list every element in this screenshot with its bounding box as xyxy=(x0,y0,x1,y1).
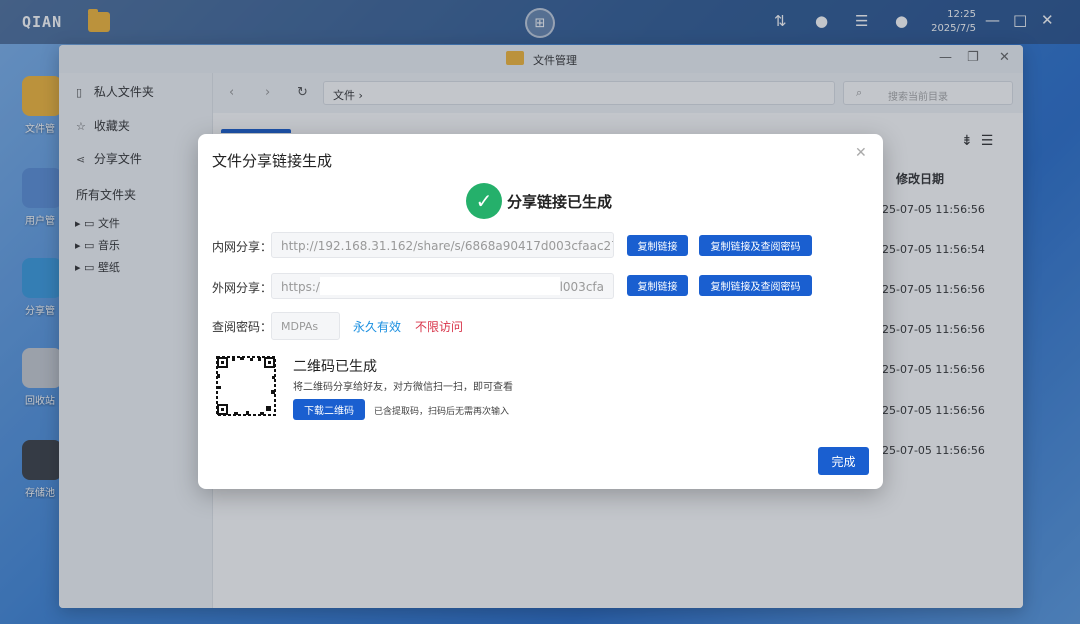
password-label: 查阅密码： xyxy=(212,320,273,334)
qr-title: 二维码已生成 xyxy=(293,359,377,375)
done-button[interactable]: 完成 xyxy=(818,447,869,475)
extranet-label: 外网分享： xyxy=(212,281,273,295)
intranet-url-field[interactable]: http://192.168.31.162/share/s/6868a90417… xyxy=(271,232,614,258)
password-field[interactable]: MDPAs xyxy=(271,312,340,340)
redacted-region xyxy=(320,277,560,295)
qr-note: 已含提取码，扫码后无需再次输入 xyxy=(374,407,510,417)
copy-link-button[interactable]: 复制链接 xyxy=(627,235,688,256)
share-link-dialog: 文件分享链接生成 ✕ ✓ 分享链接已生成 内网分享： http://192.16… xyxy=(198,134,883,489)
copy-link-button[interactable]: 复制链接 xyxy=(627,275,688,296)
dialog-title: 文件分享链接生成 xyxy=(212,152,333,170)
extranet-url-start: https:// xyxy=(281,280,325,294)
success-text: 分享链接已生成 xyxy=(507,192,613,211)
success-message: ✓ 分享链接已生成 xyxy=(466,183,612,219)
extranet-url-field[interactable]: https:// l003cfa xyxy=(271,273,614,299)
intranet-label: 内网分享： xyxy=(212,240,273,254)
access-limit-link[interactable]: 不限访问 xyxy=(415,318,463,335)
copy-link-with-password-button[interactable]: 复制链接及查阅密码 xyxy=(699,275,812,296)
extranet-url-end: l003cfa xyxy=(559,280,604,294)
download-qr-button[interactable]: 下载二维码 xyxy=(293,399,365,420)
qr-description: 将二维码分享给好友，对方微信扫一扫，即可查看 xyxy=(293,382,513,393)
close-icon[interactable]: ✕ xyxy=(855,145,867,161)
check-circle-icon: ✓ xyxy=(466,183,502,219)
qr-code-image xyxy=(216,356,276,416)
copy-link-with-password-button[interactable]: 复制链接及查阅密码 xyxy=(699,235,812,256)
validity-link[interactable]: 永久有效 xyxy=(353,318,401,335)
